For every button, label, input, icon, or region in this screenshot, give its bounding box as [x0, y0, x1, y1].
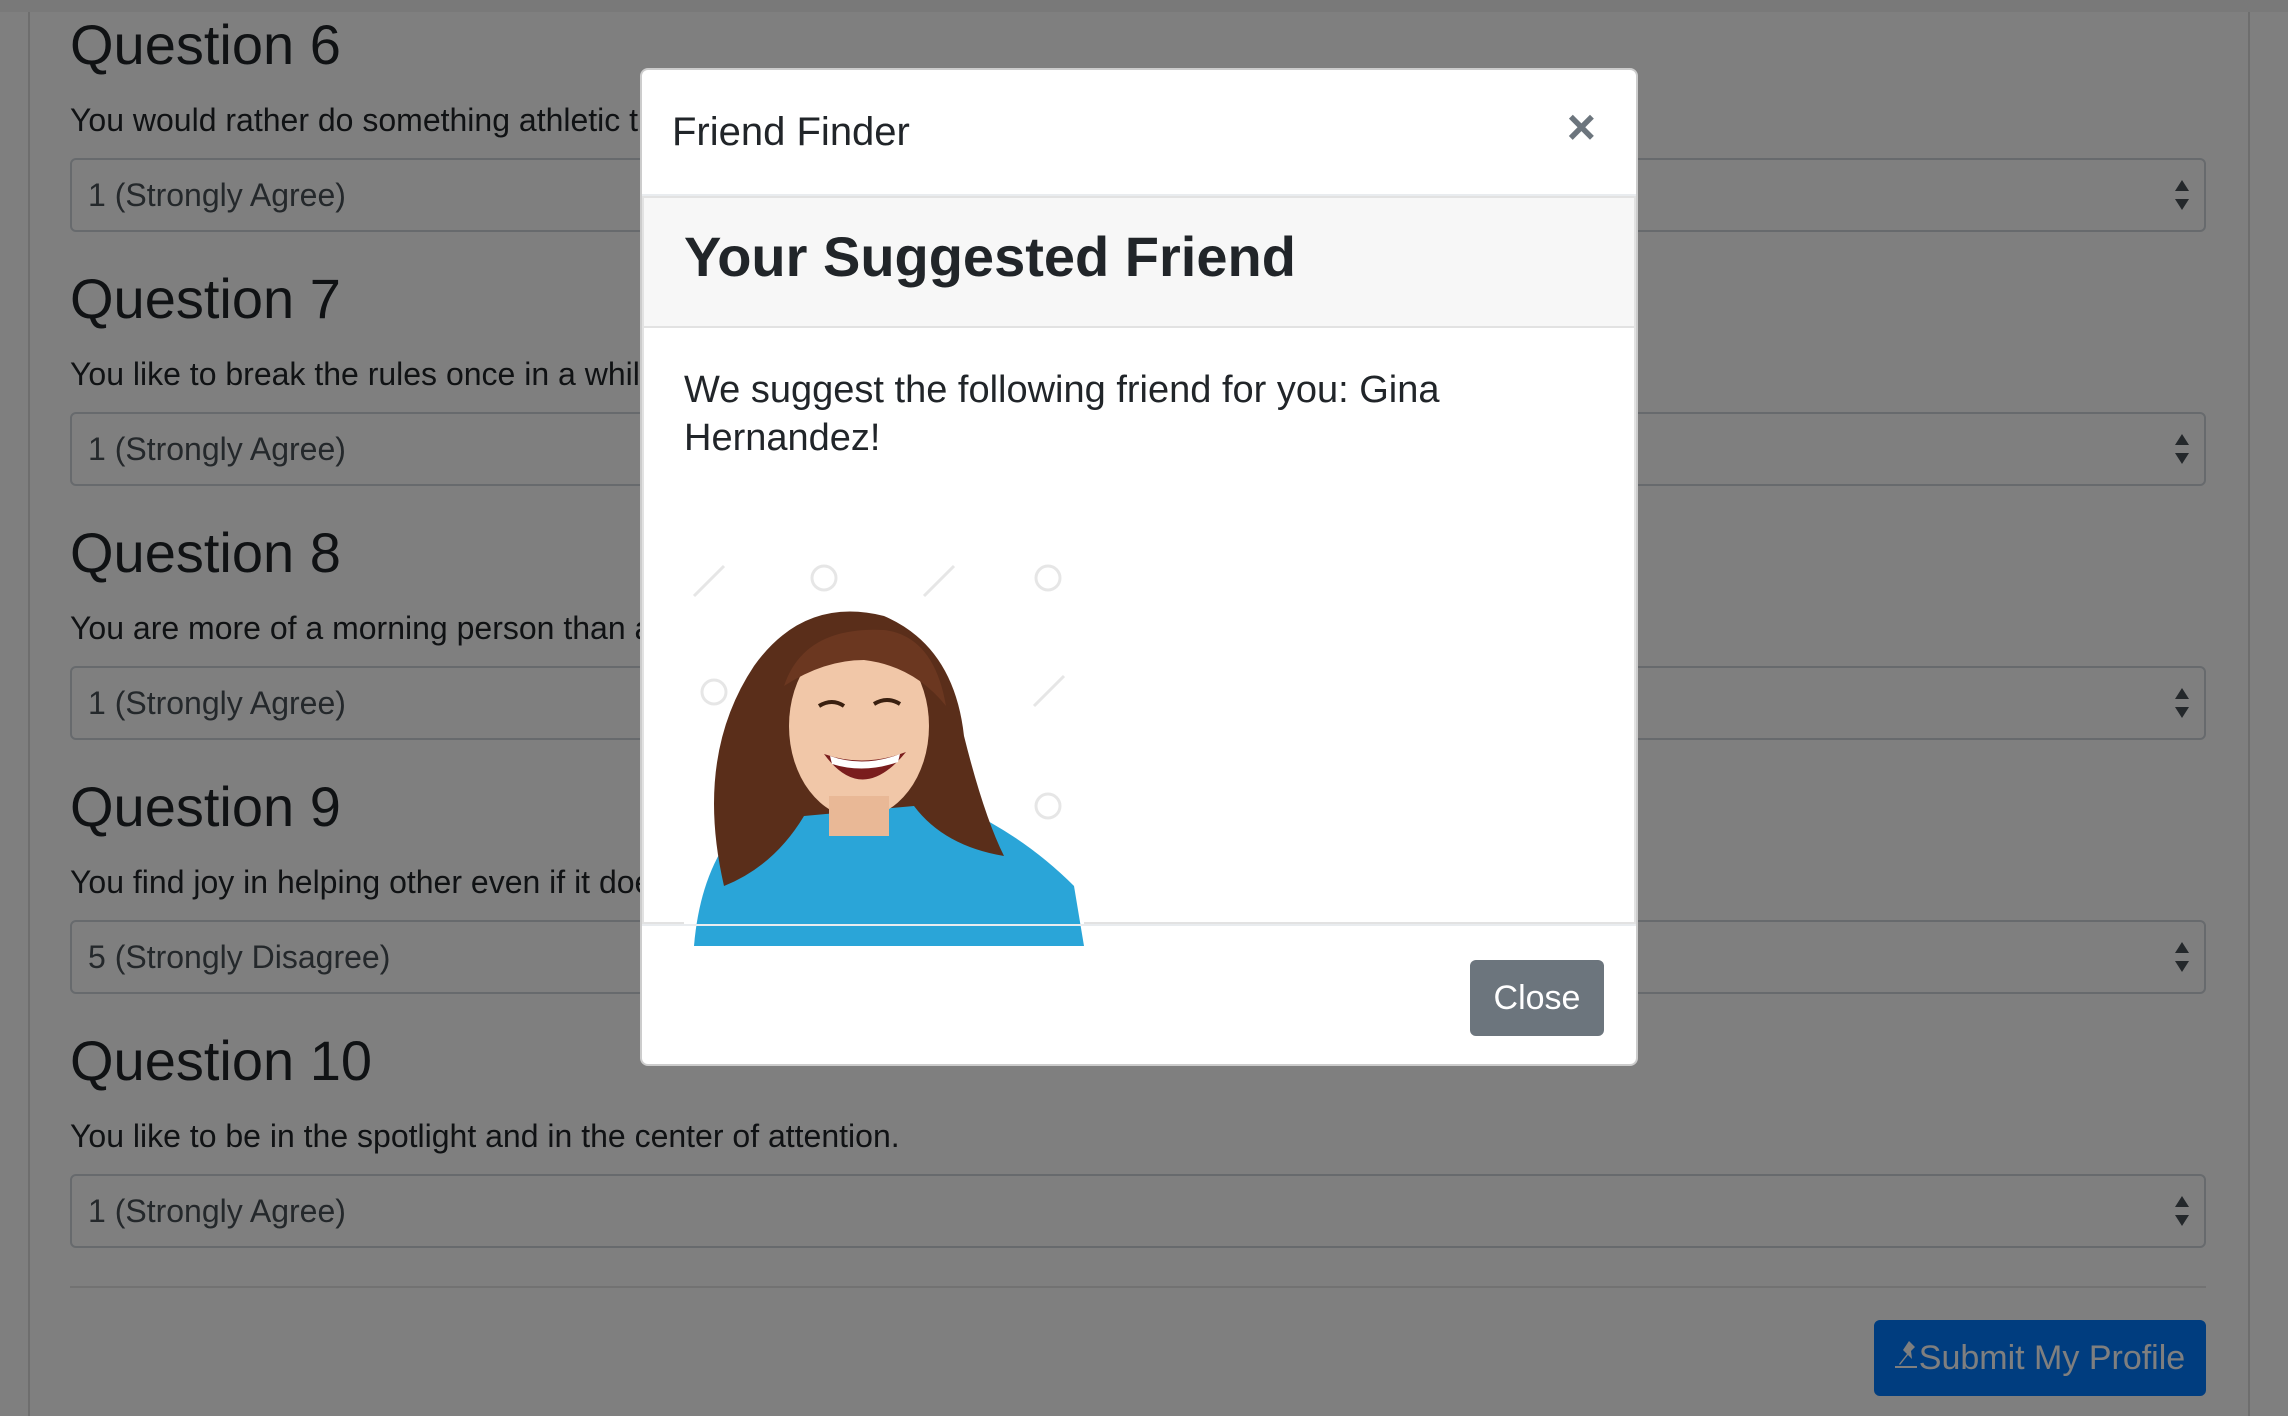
suggestion-message: We suggest the following friend for you:…	[684, 369, 1440, 459]
modal-footer: Close	[642, 924, 1636, 1064]
close-button[interactable]: Close	[1470, 960, 1604, 1036]
card-title: Your Suggested Friend	[684, 225, 1296, 288]
card-header: Your Suggested Friend	[644, 198, 1634, 328]
suggested-friend-card: Your Suggested Friend We suggest the fol…	[642, 196, 1636, 946]
friend-photo	[684, 556, 1084, 946]
friend-finder-modal: Friend Finder × Your Suggested Friend We…	[640, 68, 1638, 1066]
close-icon[interactable]: ×	[1567, 102, 1596, 152]
modal-title: Friend Finder	[672, 110, 910, 154]
modal-header: Friend Finder ×	[642, 70, 1636, 196]
